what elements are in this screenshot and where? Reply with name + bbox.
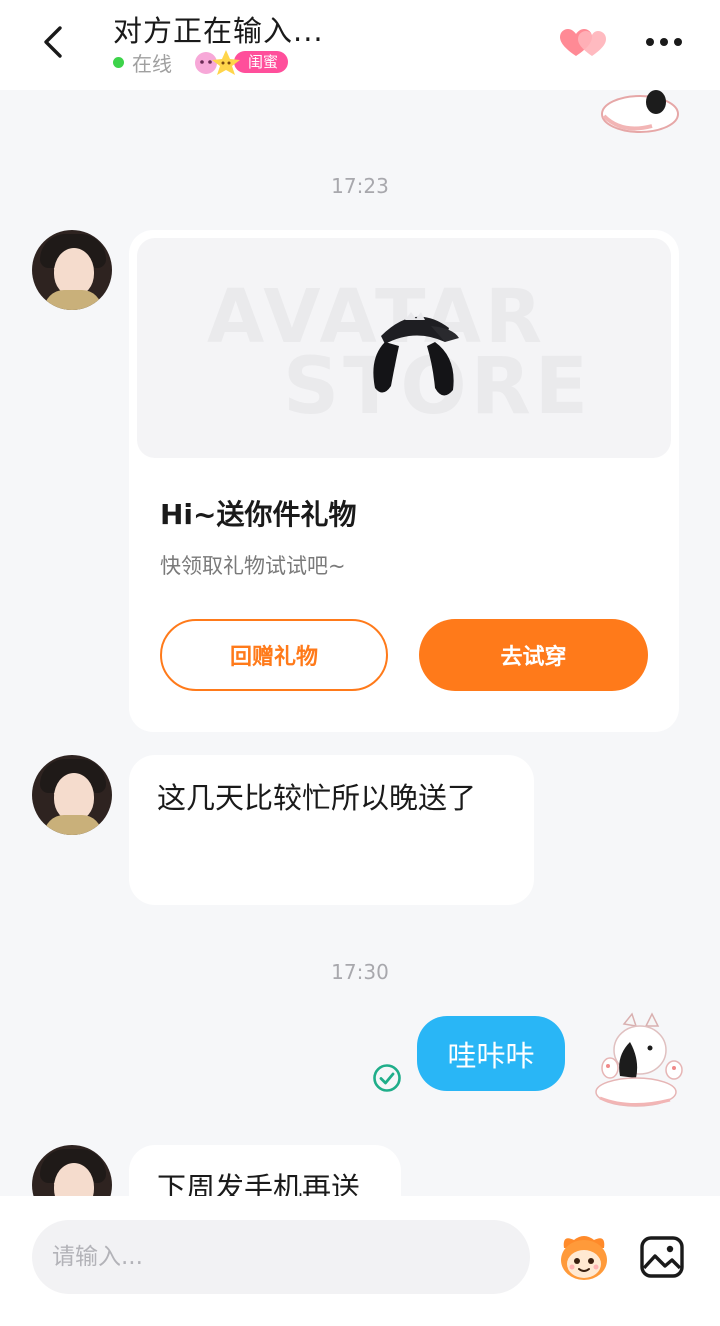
more-button[interactable]	[640, 22, 688, 62]
contact-avatar[interactable]	[32, 230, 112, 310]
chat-messages[interactable]: 17:23 AVATAR STORE Hi~送你件礼物 快领取礼物试试吧~ 回赠…	[0, 90, 720, 1196]
avatar-face	[54, 248, 94, 296]
back-button[interactable]	[30, 18, 78, 66]
chat-header: 对方正在输入... 在线 闺蜜	[0, 0, 720, 90]
intimacy-button[interactable]	[558, 26, 610, 60]
relation-badge[interactable]: 闺蜜	[190, 49, 289, 75]
self-message-bubble[interactable]: 哇咔咔	[417, 1016, 565, 1091]
message-text: 这几天比较忙所以晚送了	[157, 781, 477, 815]
image-icon	[640, 1236, 684, 1278]
message-timestamp: 17:30	[331, 960, 389, 984]
gift-title: Hi~送你件礼物	[160, 498, 357, 531]
message-bubble[interactable]: 这几天比较忙所以晚送了	[129, 755, 534, 905]
message-input[interactable]	[32, 1220, 530, 1294]
message-timestamp: 17:23	[331, 174, 389, 198]
gift-card[interactable]: AVATAR STORE Hi~送你件礼物 快领取礼物试试吧~ 回赠礼物 去试穿	[129, 230, 679, 732]
chevron-left-icon	[44, 26, 62, 58]
chat-title: 对方正在输入...	[113, 14, 324, 48]
self-avatar[interactable]	[590, 1012, 686, 1112]
more-dot	[646, 38, 654, 46]
return-gift-button[interactable]: 回赠礼物	[160, 619, 388, 691]
contact-avatar[interactable]	[32, 1145, 112, 1196]
message-text: 哇咔咔	[447, 1038, 535, 1073]
avatar-body	[44, 290, 102, 310]
self-avatar[interactable]	[592, 90, 688, 144]
input-bar	[0, 1196, 720, 1326]
gift-subtitle: 快领取礼物试试吧~	[160, 554, 346, 578]
more-dot	[660, 38, 668, 46]
try-on-button[interactable]: 去试穿	[419, 619, 648, 691]
relation-badge-label: 闺蜜	[234, 51, 289, 73]
status-row: 在线 闺蜜	[113, 48, 289, 76]
bunny-hat-icon	[373, 312, 459, 396]
double-heart-icon	[560, 29, 606, 56]
gift-image: AVATAR STORE	[137, 238, 671, 458]
online-status-dot	[113, 56, 124, 68]
more-dot	[674, 38, 682, 46]
read-check-icon	[373, 1064, 401, 1092]
emoji-button[interactable]	[554, 1232, 614, 1284]
online-status-text: 在线	[132, 51, 172, 76]
avatar-face	[54, 773, 94, 821]
message-bubble[interactable]: 下周发手机再送	[129, 1145, 401, 1196]
avatar-body	[44, 815, 102, 835]
emoji-mascot-icon	[561, 1236, 607, 1280]
friends-emoji-icon	[195, 50, 240, 75]
contact-avatar[interactable]	[32, 755, 112, 835]
image-button[interactable]	[638, 1234, 686, 1280]
message-text: 下周发手机再送	[157, 1171, 361, 1196]
